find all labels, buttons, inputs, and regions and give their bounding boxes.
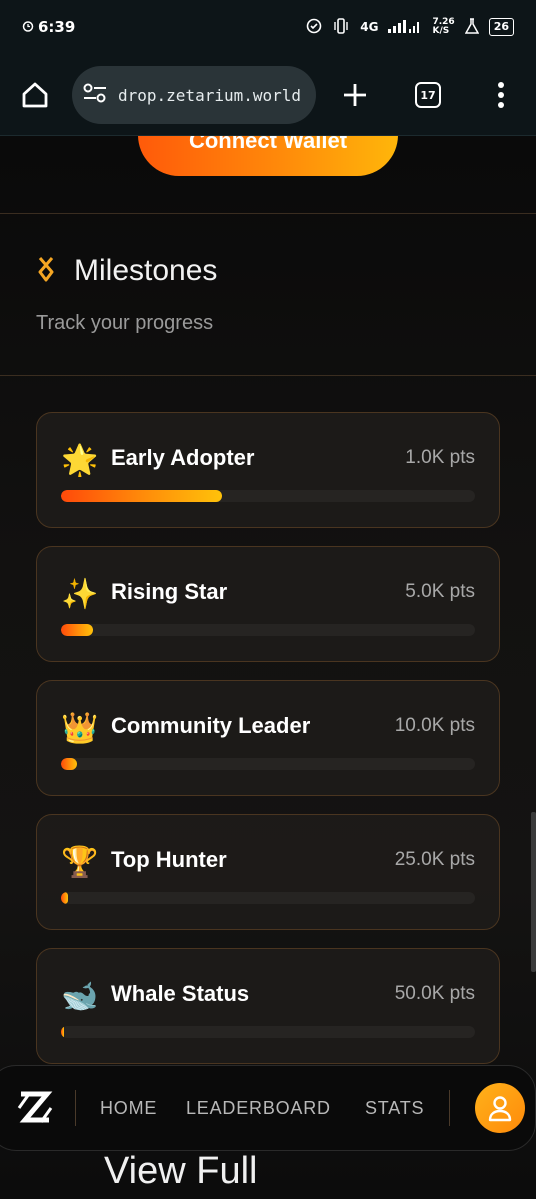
scrollbar-thumb[interactable] [531, 812, 536, 972]
milestone-points: 10.0K pts [394, 715, 475, 736]
battery-indicator: 26 [488, 18, 514, 36]
star-icon: 🌟 [61, 442, 99, 478]
view-full-link[interactable]: View Full [104, 1150, 257, 1193]
crown-icon: 👑 [61, 710, 99, 746]
milestone-list: 🌟 Early Adopter 1.0K pts ✨ Rising Star 5… [36, 412, 500, 1082]
status-bar: 6:39 4G 7.26 K/S 26 [0, 0, 536, 54]
milestones-title: Milestones [74, 254, 218, 287]
progress-track [61, 490, 475, 502]
progress-track [61, 1026, 475, 1038]
milestone-card: 👑 Community Leader 10.0K pts [36, 680, 500, 796]
milestones-subtitle: Track your progress [36, 312, 214, 334]
whale-icon: 🐋 [61, 978, 99, 1014]
nav-leaderboard[interactable]: LEADERBOARD [186, 1098, 331, 1119]
profile-avatar-button[interactable] [475, 1083, 525, 1133]
progress-fill [61, 758, 78, 770]
milestone-card: 🐋 Whale Status 50.0K pts [36, 948, 500, 1064]
net-speed: 7.26 K/S [432, 17, 455, 36]
home-icon[interactable] [12, 72, 58, 118]
nav-stats[interactable]: STATS [365, 1098, 424, 1119]
address-bar[interactable]: drop.zetarium.world [72, 66, 316, 124]
milestone-name: Community Leader [111, 713, 311, 738]
milestone-icon [36, 256, 56, 286]
sparkles-icon: ✨ [61, 576, 99, 612]
tab-switcher-button[interactable]: 17 [405, 72, 451, 118]
connect-wallet-button[interactable]: Connect Wallet [138, 136, 398, 176]
progress-fill [61, 892, 68, 904]
milestone-name: Top Hunter [111, 847, 227, 872]
milestone-name: Early Adopter [111, 445, 255, 470]
divider [0, 375, 536, 376]
nav-home[interactable]: HOME [100, 1098, 157, 1119]
milestone-card: 🏆 Top Hunter 25.0K pts [36, 814, 500, 930]
new-tab-icon[interactable] [332, 72, 378, 118]
progress-fill [61, 490, 223, 502]
milestone-card: ✨ Rising Star 5.0K pts [36, 546, 500, 662]
sync-icon [306, 18, 322, 37]
browser-toolbar: drop.zetarium.world 17 [0, 54, 536, 136]
tab-count: 17 [415, 82, 441, 108]
progress-track [61, 624, 475, 636]
milestone-points: 50.0K pts [394, 983, 475, 1004]
milestone-points: 1.0K pts [405, 447, 475, 468]
milestone-points: 5.0K pts [405, 581, 475, 602]
flask-icon [464, 17, 479, 37]
milestone-name: Whale Status [111, 981, 250, 1006]
nav-divider [449, 1090, 450, 1126]
url-text: drop.zetarium.world [118, 85, 302, 105]
menu-icon[interactable] [478, 72, 524, 118]
milestones-header: Milestones [36, 254, 217, 288]
progress-fill [61, 1026, 65, 1038]
site-settings-icon[interactable] [82, 82, 108, 108]
divider [0, 213, 536, 214]
network-label: 4G [360, 20, 379, 34]
milestone-card: 🌟 Early Adopter 1.0K pts [36, 412, 500, 528]
zetarium-logo-icon[interactable] [15, 1088, 55, 1128]
milestone-points: 25.0K pts [394, 849, 475, 870]
progress-fill [61, 624, 94, 636]
nav-divider [75, 1090, 76, 1126]
signal-icon [388, 19, 422, 36]
trophy-icon: 🏆 [61, 844, 99, 880]
bottom-nav: HOME LEADERBOARD STATS [0, 1065, 536, 1151]
vibrate-icon [332, 17, 350, 37]
page-content: Connect Wallet Milestones Track your pro… [0, 136, 536, 1199]
milestone-name: Rising Star [111, 579, 228, 604]
clock-time: 6:39 [38, 18, 76, 36]
progress-track [61, 758, 475, 770]
alarm-icon [22, 18, 34, 36]
progress-track [61, 892, 475, 904]
user-icon [488, 1096, 512, 1122]
